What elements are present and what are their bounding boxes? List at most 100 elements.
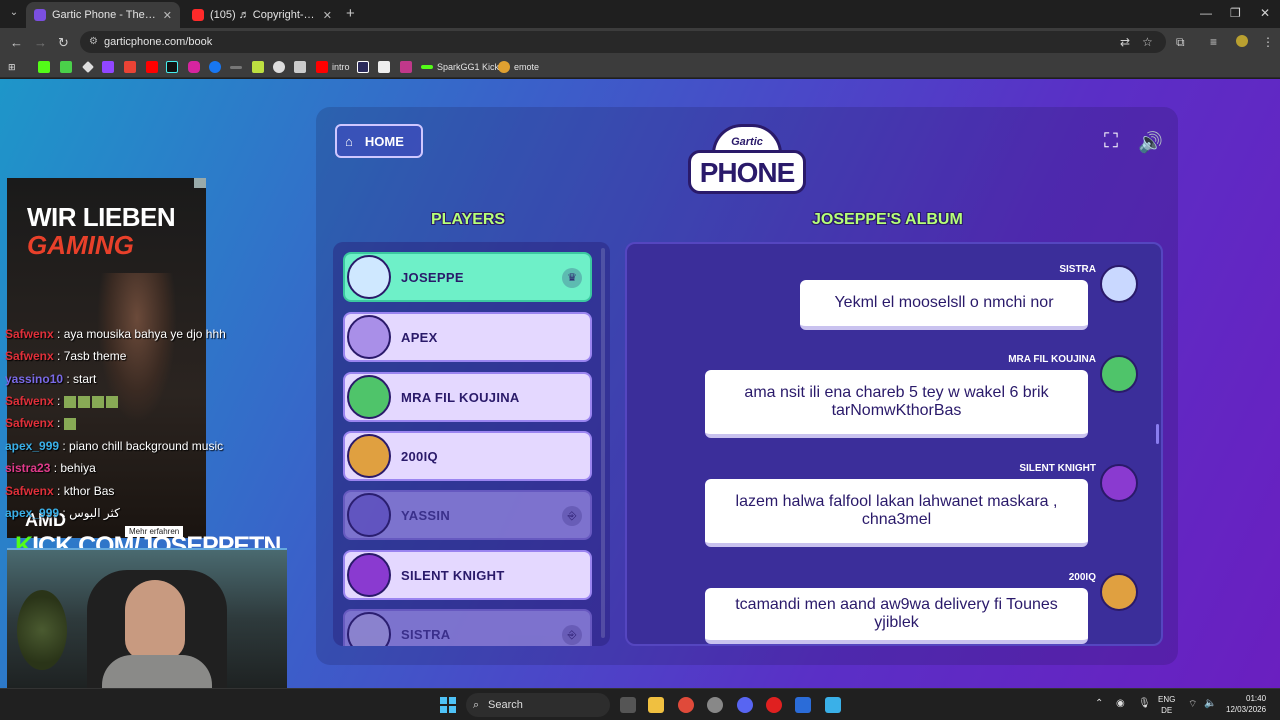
player-200iq[interactable]: 200IQ bbox=[343, 431, 592, 481]
album-title: JOSEPPE'S ALBUM bbox=[812, 211, 963, 228]
bookmark-facebook-icon[interactable] bbox=[209, 60, 221, 74]
language-indicator[interactable]: ENG DE bbox=[1158, 694, 1175, 716]
close-tab-icon[interactable]: ✕ bbox=[163, 9, 172, 22]
minimize-icon[interactable]: — bbox=[1200, 6, 1212, 20]
bookmarks-bar: ⊞ intro SparkGG1 Kick emote bbox=[0, 56, 1280, 78]
emote-icon bbox=[63, 417, 76, 430]
url-text: garticphone.com/book bbox=[104, 36, 213, 48]
bookmark-phone-icon[interactable] bbox=[400, 60, 412, 74]
menu-icon[interactable]: ⋮ bbox=[1262, 35, 1274, 49]
close-tab-icon[interactable]: ✕ bbox=[323, 9, 332, 22]
fullscreen-icon[interactable]: ⛶ bbox=[1104, 130, 1118, 153]
windows-start-icon[interactable] bbox=[440, 697, 456, 713]
bookmark-star-icon[interactable]: ☆ bbox=[1142, 35, 1153, 49]
bookmark-dash-icon[interactable] bbox=[230, 60, 242, 74]
reading-list-icon[interactable]: ≡ bbox=[1210, 35, 1217, 49]
wifi-icon[interactable]: ⌔ bbox=[1188, 698, 1197, 711]
bookmark-diamond-icon[interactable] bbox=[82, 60, 94, 74]
chat-message: Safwenx : kthor Bas bbox=[5, 484, 115, 498]
player-mra-fil-koujina[interactable]: MRA FIL KOUJINA bbox=[343, 372, 592, 422]
message-bubble: tcamandi men aand aw9wa delivery fi Toun… bbox=[705, 588, 1088, 644]
bookmark-intro[interactable]: intro bbox=[316, 60, 350, 74]
player-apex[interactable]: APEX bbox=[343, 312, 592, 362]
tab-title: (105) ♬ Copyright-Free Ba bbox=[210, 9, 317, 21]
maximize-icon[interactable]: ❐ bbox=[1230, 6, 1241, 20]
frog-avatar-icon bbox=[1100, 355, 1138, 393]
chat-message: Safwenx : aya mousika bahya ye djo hhh bbox=[5, 327, 226, 341]
volume-icon[interactable]: 🔊 bbox=[1138, 130, 1163, 155]
notepad-icon[interactable] bbox=[825, 697, 841, 713]
system-clock[interactable]: 01:40 12/03/2026 bbox=[1226, 693, 1266, 715]
youtube-favicon-icon bbox=[192, 9, 204, 21]
bookmark-tiktok-icon[interactable] bbox=[166, 60, 178, 74]
home-button[interactable]: ⌂ HOME bbox=[335, 124, 423, 158]
bookmark-emote[interactable]: emote bbox=[498, 60, 539, 74]
task-view-icon[interactable] bbox=[620, 697, 636, 713]
bookmark-doc-icon[interactable] bbox=[294, 60, 306, 74]
taskbar: ⌕ Search ⌃ ◉ 🎙 ENG DE ⌔ 🔈 01:40 12/03/2026 bbox=[0, 688, 1280, 720]
red-app-icon[interactable] bbox=[766, 697, 782, 713]
chat-message: apex_999 : piano chill background music bbox=[5, 439, 224, 453]
blob-avatar-icon bbox=[1100, 464, 1138, 502]
tray-chevron-icon[interactable]: ⌃ bbox=[1095, 698, 1103, 709]
message-author: SILENT KNIGHT bbox=[1019, 463, 1096, 474]
profile-avatar[interactable] bbox=[1236, 35, 1248, 47]
speaker-icon[interactable]: 🔈 bbox=[1204, 698, 1216, 709]
disconnected-icon: ⎆ bbox=[562, 625, 582, 645]
ad-close-icon[interactable] bbox=[194, 178, 206, 188]
chrome-icon[interactable] bbox=[678, 697, 694, 713]
tray-app-icon[interactable]: ◉ bbox=[1116, 698, 1125, 709]
microphone-icon[interactable]: 🎙 bbox=[1138, 698, 1151, 709]
bookmark-sparkgg[interactable]: SparkGG1 Kick bbox=[421, 60, 499, 74]
streamer-face-image bbox=[125, 580, 185, 660]
close-window-icon[interactable]: ✕ bbox=[1260, 6, 1270, 20]
player-silent-knight[interactable]: SILENT KNIGHT bbox=[343, 550, 592, 600]
plant-image bbox=[17, 590, 67, 670]
bookmark-openai-icon[interactable] bbox=[273, 60, 285, 74]
player-joseppe[interactable]: JOSEPPE ♛ bbox=[343, 252, 592, 302]
bookmark-bird-icon[interactable] bbox=[252, 60, 264, 74]
apps-icon[interactable]: ⊞ bbox=[8, 60, 16, 74]
gartic-phone-logo: Gartic PHONE bbox=[688, 124, 806, 196]
taskbar-search[interactable]: ⌕ Search bbox=[466, 693, 610, 717]
bookmark-gmail-icon[interactable] bbox=[124, 60, 136, 74]
back-icon[interactable]: ← bbox=[10, 35, 23, 50]
message-author: MRA FIL KOUJINA bbox=[1008, 354, 1096, 365]
site-info-icon[interactable]: ⚙ bbox=[89, 31, 98, 53]
url-input[interactable]: ⚙ garticphone.com/book bbox=[80, 31, 1166, 53]
forward-icon[interactable]: → bbox=[34, 35, 47, 50]
file-explorer-icon[interactable] bbox=[648, 697, 664, 713]
bookmark-p-icon[interactable] bbox=[378, 60, 390, 74]
chat-message: yassino10 : start bbox=[5, 372, 97, 386]
tab-search-icon[interactable]: ⌄ bbox=[6, 5, 22, 21]
home-icon: ⌂ bbox=[345, 133, 353, 149]
players-scrollbar[interactable] bbox=[601, 248, 605, 638]
bookmark-kick-icon[interactable] bbox=[38, 60, 50, 74]
extensions-icon[interactable]: ⧉ bbox=[1176, 35, 1185, 50]
emote-icon bbox=[77, 395, 90, 408]
reload-icon[interactable]: ↻ bbox=[58, 35, 69, 51]
tab-gartic[interactable]: Gartic Phone - The Telephone G ✕ bbox=[26, 2, 180, 28]
bookmark-v-icon[interactable] bbox=[357, 60, 369, 74]
address-bar-row: ← → ↻ ⚙ garticphone.com/book ⇄ ☆ ⧉ ≡ ⋮ bbox=[0, 28, 1280, 56]
bookmark-twitch-icon[interactable] bbox=[102, 60, 114, 74]
player-sistra[interactable]: SISTRA ⎆ bbox=[343, 609, 592, 646]
discord-icon[interactable] bbox=[737, 697, 753, 713]
obs-icon[interactable] bbox=[707, 697, 723, 713]
word-icon[interactable] bbox=[795, 697, 811, 713]
mouse-cursor-icon: ↖ bbox=[958, 532, 969, 546]
emote-icon bbox=[63, 395, 76, 408]
bookmark-instagram-icon[interactable] bbox=[188, 60, 200, 74]
album-scrollbar[interactable] bbox=[1156, 424, 1159, 444]
players-title: PLAYERS bbox=[431, 211, 506, 228]
gartic-favicon-icon bbox=[34, 9, 46, 21]
bird-hat-avatar-icon bbox=[347, 434, 391, 478]
chat-message: Safwenx : 7asb theme bbox=[5, 349, 127, 363]
webcam-feed bbox=[7, 548, 287, 690]
translate-icon[interactable]: ⇄ bbox=[1120, 35, 1130, 49]
player-yassin[interactable]: YASSIN ⎆ bbox=[343, 490, 592, 540]
bookmark-youtube-icon[interactable] bbox=[146, 60, 158, 74]
bookmark-d-icon[interactable] bbox=[60, 60, 72, 74]
tab-youtube[interactable]: (105) ♬ Copyright-Free Ba ✕ bbox=[184, 2, 340, 28]
new-tab-icon[interactable]: + bbox=[346, 5, 355, 22]
